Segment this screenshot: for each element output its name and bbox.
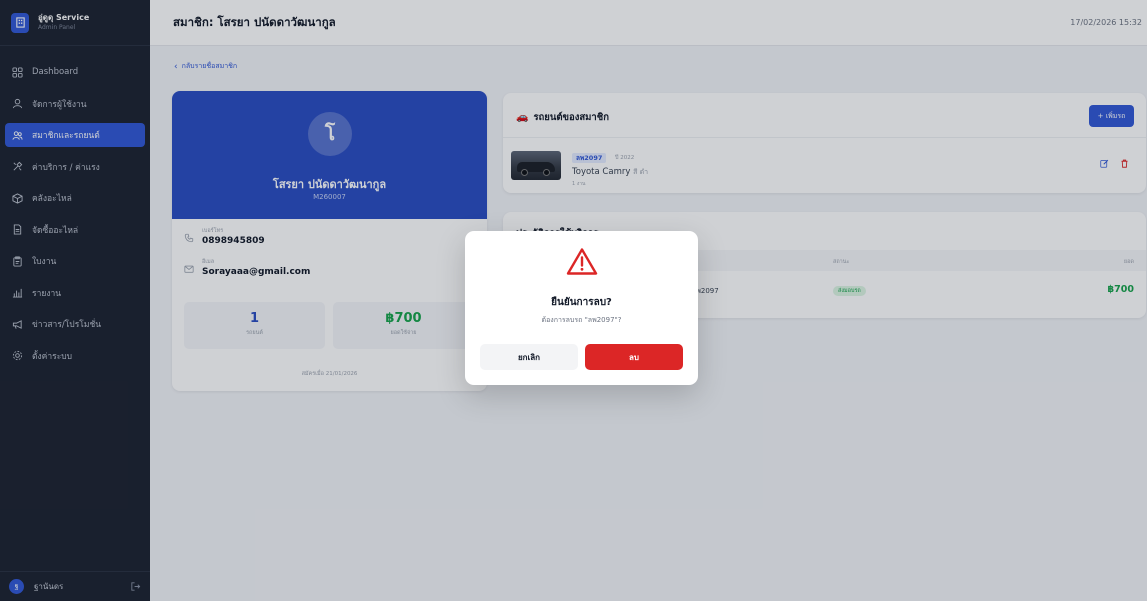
warning-icon	[566, 248, 598, 275]
confirm-delete-button[interactable]: ลบ	[585, 344, 683, 370]
dialog-message: ต้องการลบรถ "ลพ2097"?	[541, 316, 622, 324]
cancel-button[interactable]: ยกเลิก	[480, 344, 578, 370]
confirm-delete-dialog: ยืนยันการลบ? ต้องการลบรถ "ลพ2097"? ยกเลิ…	[465, 231, 698, 385]
dialog-title: ยืนยันการลบ?	[551, 297, 612, 308]
